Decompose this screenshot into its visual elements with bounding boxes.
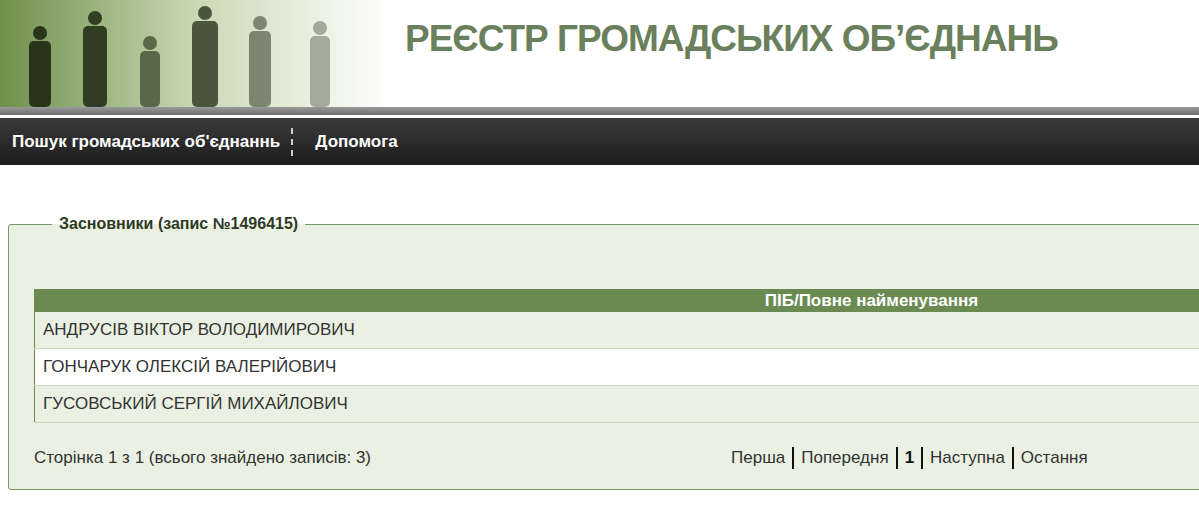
table-row[interactable]: ГОНЧАРУК ОЛЕКСІЙ ВАЛЕРІЙОВИЧ: [35, 349, 1199, 386]
pagination: Сторінка 1 з 1 (всього знайдено записів:…: [34, 447, 1199, 469]
founders-table: ПІБ/Повне найменуванняАНДРУСІВ ВІКТОР ВО…: [34, 289, 1199, 423]
panel-legend: Засновники (запис №1496415): [52, 215, 305, 233]
page-link[interactable]: 1: [896, 447, 921, 469]
page: РЕЄСТР ГРОМАДСЬКИХ ОБ’ЄДНАНЬ Пошук громад…: [0, 0, 1199, 490]
pagination-info: Сторінка 1 з 1 (всього знайдено записів:…: [34, 448, 731, 468]
table-cell: ГОНЧАРУК ОЛЕКСІЙ ВАЛЕРІЙОВИЧ: [35, 349, 1199, 386]
nav-item[interactable]: Пошук громадських об'єднаннь: [0, 128, 291, 156]
table-row[interactable]: АНДРУСІВ ВІКТОР ВОЛОДИМИРОВИЧ: [35, 312, 1199, 349]
column-header: ПІБ/Повне найменування: [35, 290, 1199, 313]
header: РЕЄСТР ГРОМАДСЬКИХ ОБ’ЄДНАНЬ: [0, 0, 1199, 107]
table-row[interactable]: ГУСОВСЬКИЙ СЕРГІЙ МИХАЙЛОВИЧ: [35, 386, 1199, 423]
header-divider: [0, 107, 1199, 118]
nav-bar: Пошук громадських об'єднанньДопомога: [0, 118, 1199, 165]
site-title: РЕЄСТР ГРОМАДСЬКИХ ОБ’ЄДНАНЬ: [405, 18, 1058, 60]
page-link[interactable]: Перша: [731, 447, 792, 469]
table-header-row: ПІБ/Повне найменування: [35, 290, 1199, 313]
page-link[interactable]: Наступна: [921, 447, 1012, 469]
founders-panel: Засновники (запис №1496415) ПІБ/Повне най…: [8, 215, 1199, 490]
table-cell: АНДРУСІВ ВІКТОР ВОЛОДИМИРОВИЧ: [35, 312, 1199, 349]
page-link[interactable]: Попередня: [792, 447, 895, 469]
pager: ПершаПопередня1НаступнаОстання: [731, 447, 1095, 469]
page-link[interactable]: Остання: [1012, 447, 1095, 469]
nav-item[interactable]: Допомога: [291, 128, 408, 156]
header-banner: [0, 0, 390, 107]
people-icon: [0, 0, 390, 107]
table-cell: ГУСОВСЬКИЙ СЕРГІЙ МИХАЙЛОВИЧ: [35, 386, 1199, 423]
